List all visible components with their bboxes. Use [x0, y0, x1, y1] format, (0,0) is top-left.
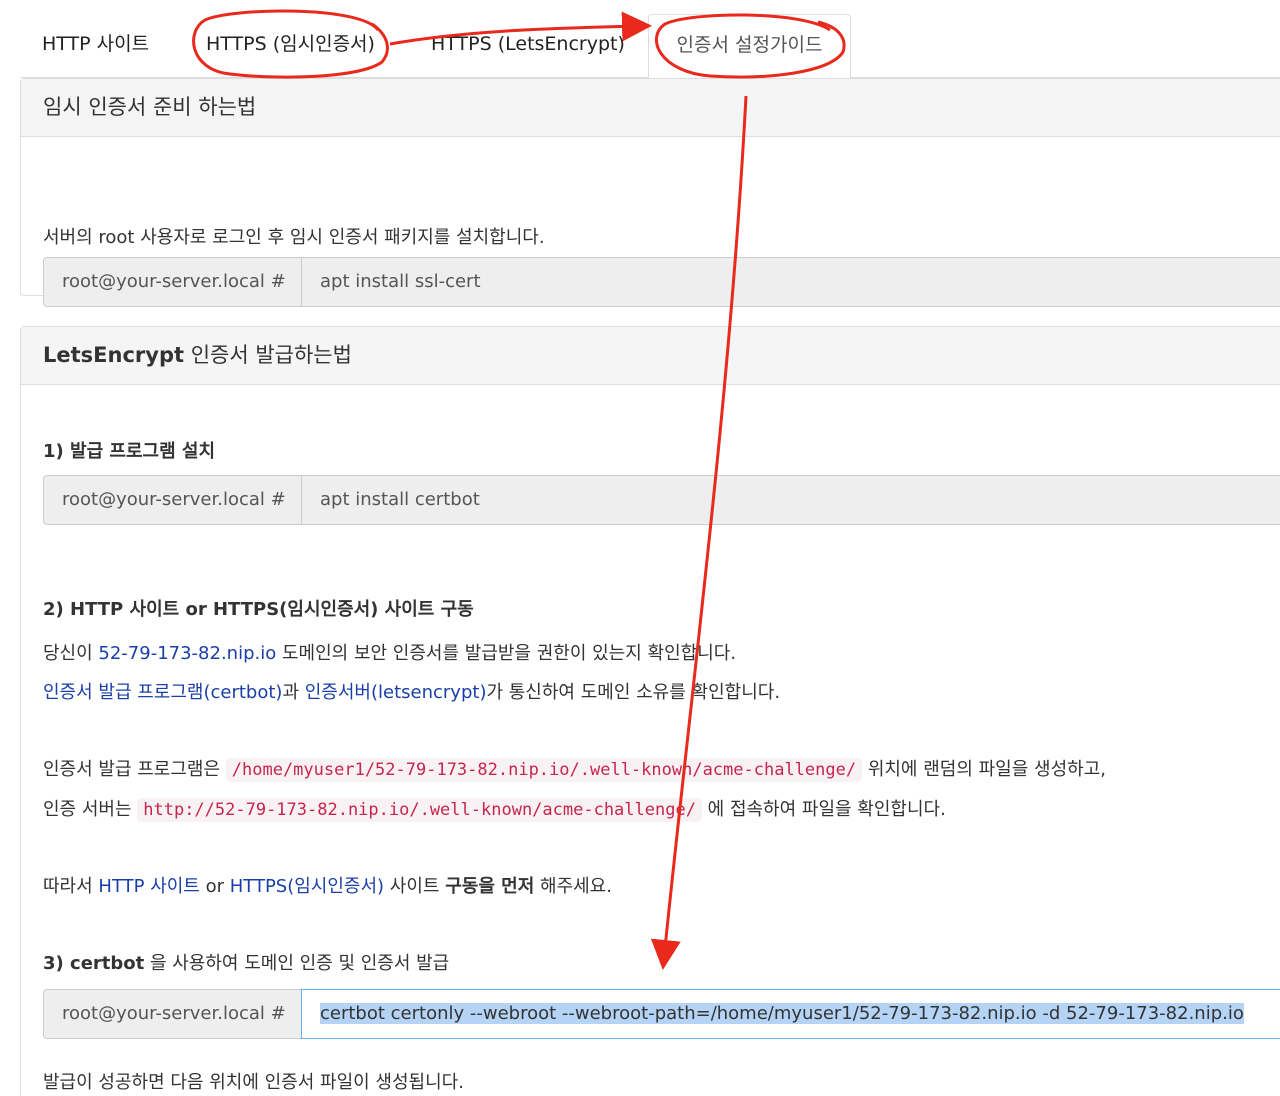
letsencrypt-panel: LetsEncrypt 인증서 발급하는법 1) 발급 프로그램 설치 root… [20, 326, 1280, 1096]
text: 사이트 [384, 876, 446, 897]
heading-emphasis: LetsEncrypt [43, 343, 185, 367]
panel-heading: LetsEncrypt 인증서 발급하는법 [21, 327, 1280, 385]
text: 에 접속하여 파일을 확인합니다. [701, 799, 946, 820]
tab-https-temp-cert[interactable]: HTTPS (임시인증서) [196, 14, 385, 78]
step2-line3: 인증서 발급 프로그램은 /home/myuser1/52-79-173-82.… [43, 755, 1106, 782]
heading-rest: 인증서 발급하는법 [184, 343, 352, 367]
tab-http-site[interactable]: HTTP 사이트 [32, 14, 159, 78]
command-field[interactable]: apt install certbot [301, 475, 1280, 525]
step1-title: 1) 발급 프로그램 설치 [43, 437, 215, 463]
text: 위치에 랜덤의 파일을 생성하고, [862, 759, 1106, 780]
text: 인증서 발급 프로그램은 [43, 759, 226, 780]
text: or [199, 876, 230, 897]
step2-line5: 따라서 HTTP 사이트 or HTTPS(임시인증서) 사이트 구동을 먼저 … [43, 872, 612, 898]
step2-line4: 인증 서버는 http://52-79-173-82.nip.io/.well-… [43, 795, 946, 822]
tab-cert-guide[interactable]: 인증서 설정가이드 [648, 14, 851, 79]
result-text: 발급이 성공하면 다음 위치에 인증서 파일이 생성됩니다. [43, 1072, 464, 1093]
step2-line1: 당신이 52-79-173-82.nip.io 도메인의 보안 인증서를 발급받… [43, 639, 736, 665]
emphasis-text: 구동을 먼저 [445, 876, 535, 897]
text: 해주세요. [534, 876, 612, 897]
http-site-link[interactable]: HTTP 사이트 [98, 876, 199, 897]
step2-line2: 인증서 발급 프로그램(certbot)과 인증서버(letsencrypt)가… [43, 678, 780, 704]
step1-title-text: 1) 발급 프로그램 설치 [43, 441, 216, 462]
text: 과 [282, 682, 305, 703]
step3-title-bold: 3) certbot [43, 953, 145, 974]
text: 따라서 [43, 876, 99, 897]
tab-https-letsencrypt[interactable]: HTTPS (LetsEncrypt) [421, 14, 635, 78]
command-box: root@your-server.local # apt install ssl… [43, 257, 1280, 307]
description-text: 서버의 root 사용자로 로그인 후 임시 인증서 패키지를 설치합니다. [43, 227, 545, 248]
step3-title: 3) certbot 을 사용하여 도메인 인증 및 인증서 발급 [43, 949, 449, 975]
step3-title-rest: 을 사용하여 도메인 인증 및 인증서 발급 [144, 953, 450, 974]
url-code: http://52-79-173-82.nip.io/.well-known/a… [137, 798, 702, 822]
letsencrypt-link[interactable]: 인증서버(letsencrypt) [305, 682, 487, 703]
text: 당신이 [43, 643, 99, 664]
step2-title: 2) HTTP 사이트 or HTTPS(임시인증서) 사이트 구동 [43, 599, 474, 620]
command-field[interactable]: certbot certonly --webroot --webroot-pat… [301, 989, 1280, 1039]
command-field[interactable]: apt install ssl-cert [301, 257, 1280, 307]
text: 가 통신하여 도메인 소유를 확인합니다. [486, 682, 781, 703]
command-box: root@your-server.local # certbot certonl… [43, 989, 1280, 1039]
selected-command-text: certbot certonly --webroot --webroot-pat… [320, 1003, 1244, 1024]
shell-prompt: root@your-server.local # [43, 475, 301, 525]
temp-cert-panel: 임시 인증서 준비 하는법 서버의 root 사용자로 로그인 후 임시 인증서… [20, 78, 1280, 307]
command-box: root@your-server.local # apt install cer… [43, 475, 1280, 525]
text: 도메인의 보안 인증서를 발급받을 권한이 있는지 확인합니다. [276, 643, 737, 664]
certbot-link[interactable]: 인증서 발급 프로그램(certbot) [43, 682, 282, 703]
text: 인증 서버는 [43, 799, 138, 820]
shell-prompt: root@your-server.local # [43, 257, 301, 307]
panel-heading: 임시 인증서 준비 하는법 [21, 79, 1280, 137]
tab-bar: HTTP 사이트 HTTPS (임시인증서) HTTPS (LetsEncryp… [20, 14, 1280, 79]
shell-prompt: root@your-server.local # [43, 989, 301, 1039]
https-temp-link[interactable]: HTTPS(임시인증서) [230, 876, 384, 897]
domain-link[interactable]: 52-79-173-82.nip.io [98, 643, 276, 664]
path-code: /home/myuser1/52-79-173-82.nip.io/.well-… [225, 758, 863, 782]
